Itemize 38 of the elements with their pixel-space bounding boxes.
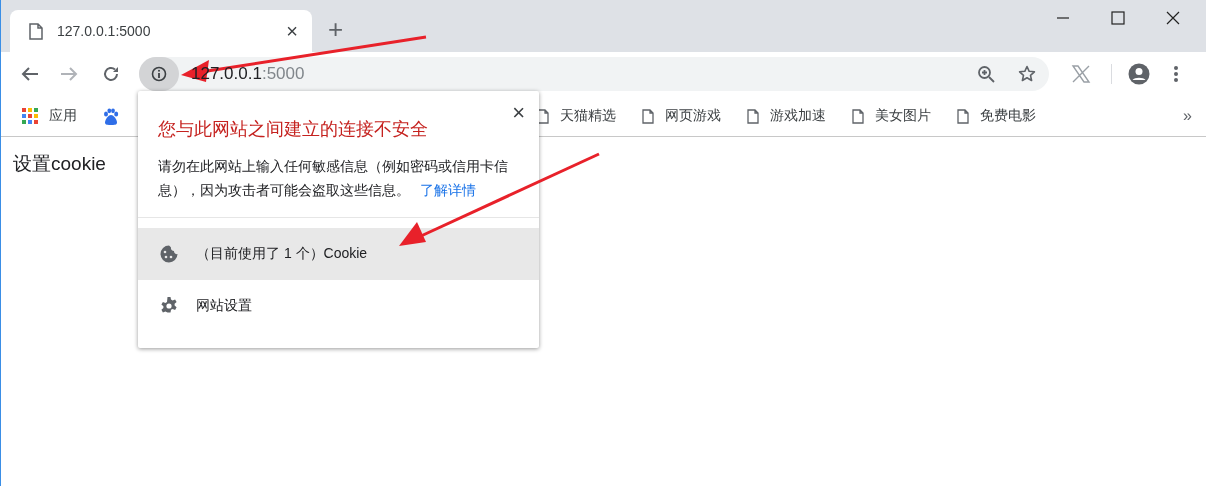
bookmark-item[interactable]: 应用	[22, 107, 77, 125]
browser-tab[interactable]: 127.0.0.1:5000 ×	[10, 10, 312, 52]
paw-icon	[103, 107, 119, 125]
learn-more-link[interactable]: 了解详情	[419, 183, 476, 198]
popup-title: 您与此网站之间建立的连接不安全	[158, 118, 429, 141]
new-tab-button[interactable]: +	[328, 11, 344, 47]
extension-icon[interactable]	[1071, 65, 1091, 83]
tab-title: 127.0.0.1:5000	[57, 23, 152, 39]
back-icon[interactable]	[21, 66, 39, 82]
cookie-icon	[160, 245, 178, 263]
page-icon	[642, 108, 654, 124]
close-icon[interactable]	[1166, 11, 1180, 25]
reload-icon[interactable]	[102, 65, 120, 83]
page-icon	[852, 108, 864, 124]
profile-icon[interactable]	[1128, 63, 1150, 85]
close-tab-button[interactable]: ×	[286, 19, 298, 43]
bookmark-item[interactable]: 免费电影	[957, 107, 1036, 125]
apps-grid-icon	[22, 108, 38, 124]
warning-message: 请勿在此网站上输入任何敏感信息（例如密码或信用卡信息），因为攻击者可能会盗取这些信息。 了解详情	[158, 158, 509, 200]
popup-menu-item[interactable]: （目前使用了 1 个）Cookie	[138, 228, 539, 280]
bookmark-item[interactable]: 美女图片	[852, 107, 931, 125]
info-icon	[151, 66, 167, 82]
zoom-icon[interactable]	[977, 65, 995, 83]
page-text: 设置cookie	[13, 152, 106, 176]
maximize-icon[interactable]	[1111, 11, 1125, 25]
more-bookmarks-button[interactable]: »	[1183, 107, 1192, 125]
page-icon	[957, 108, 969, 124]
close-popup-button[interactable]: ×	[512, 105, 525, 121]
menu-icon[interactable]	[1173, 65, 1179, 83]
popup-menu-item[interactable]: 网站设置	[138, 280, 539, 332]
site-info-button[interactable]	[139, 57, 179, 91]
bookmark-item[interactable]: 游戏加速	[747, 107, 826, 125]
settings-icon	[160, 297, 178, 315]
bookmark-item[interactable]: 网页游戏	[642, 107, 721, 125]
bookmark-icon-item[interactable]	[103, 107, 119, 125]
page-icon	[747, 108, 759, 124]
page-icon	[29, 22, 43, 40]
star-icon[interactable]	[1018, 65, 1036, 83]
